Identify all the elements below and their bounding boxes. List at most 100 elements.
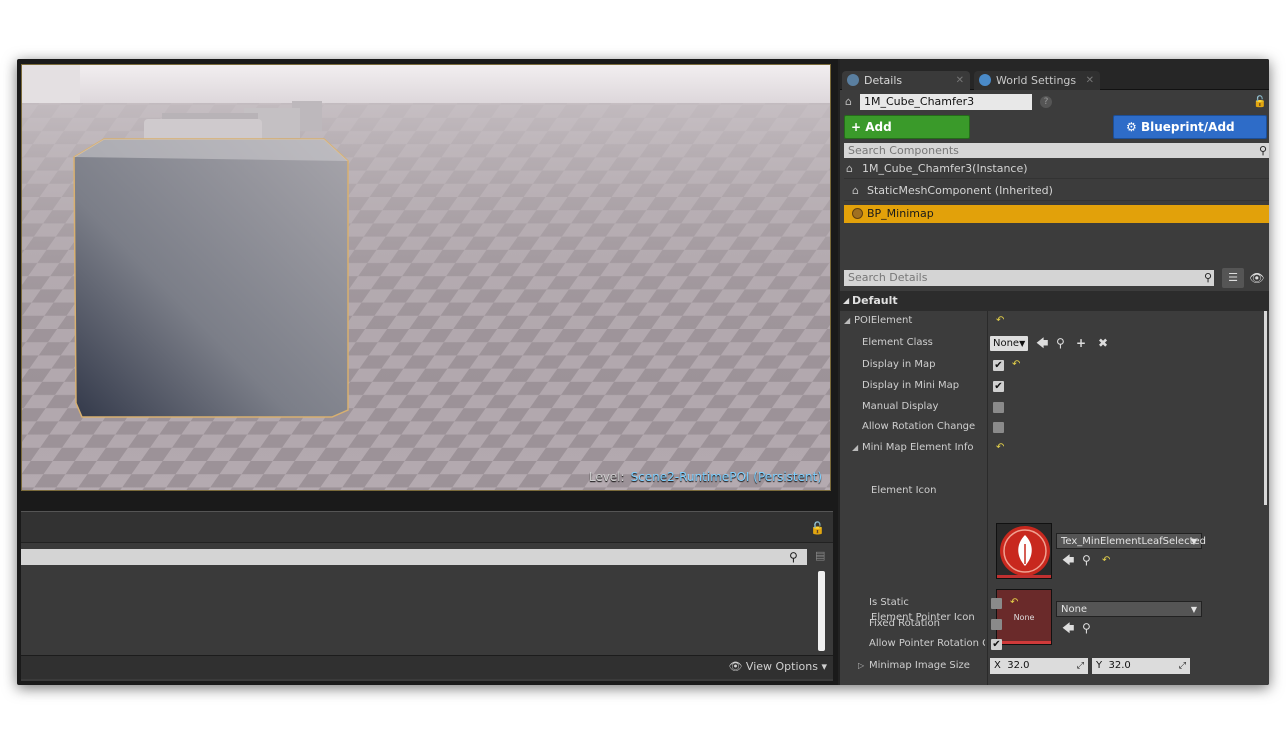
details-scrollbar[interactable]	[1264, 311, 1267, 505]
thumbnail-type-bar	[997, 575, 1051, 578]
blueprint-add-script-button[interactable]: ⚙ Blueprint/Add Script	[1113, 115, 1267, 156]
allow-rotation-change-checkbox[interactable]	[993, 422, 1004, 433]
plus-icon[interactable]: +	[1076, 336, 1086, 350]
property-minimap-image-size: ▷ Minimap Image Size X 32.0 ⤢ Y 32.0 ⤢	[838, 656, 1262, 676]
tab-details[interactable]: Details ✕	[842, 71, 970, 90]
search-icon[interactable]: ⚲	[1082, 553, 1091, 567]
axis-label: X	[994, 660, 1001, 671]
reset-icon[interactable]: ↶	[1010, 593, 1018, 613]
panel-header: 🔓	[21, 511, 833, 543]
blueprint-component-icon	[852, 208, 863, 219]
fixed-rotation-checkbox[interactable]	[991, 619, 1002, 630]
add-component-button[interactable]: + Add Component ▾	[844, 115, 970, 156]
component-root[interactable]: ⌂ 1M_Cube_Chamfer3(Instance)	[844, 159, 1269, 179]
property-label: Element Icon	[871, 485, 937, 496]
view-options-button[interactable]: 👁 View Options ▾	[728, 660, 827, 673]
property-label: Fixed Rotation	[869, 618, 940, 629]
lock-icon[interactable]: 🔓	[810, 521, 825, 535]
content-panel: 🔓 ⚲ ▤ 👁 View Options ▾	[21, 511, 833, 681]
property-label: Minimap Image Size	[869, 660, 970, 671]
chevron-down-icon: ▼	[1190, 537, 1197, 546]
lock-icon[interactable]: 🔓	[1253, 95, 1267, 108]
chevron-down-icon: ▼	[1019, 339, 1026, 348]
search-icon[interactable]: ⚲	[789, 549, 803, 565]
axis-label: Y	[1096, 660, 1103, 671]
search-icon[interactable]: ⚲	[1056, 336, 1065, 350]
panel-scrollbar[interactable]	[818, 571, 825, 651]
reset-icon[interactable]: ↶	[1012, 355, 1020, 375]
dropdown-value: Tex_MinElementLeafSelected	[1061, 536, 1206, 547]
help-icon[interactable]: ?	[1040, 96, 1052, 108]
close-icon[interactable]: ✕	[1086, 71, 1094, 90]
property-element-class: Element Class None▼ 🡄 ⚲ + ✖	[840, 333, 1264, 353]
search-components-input[interactable]: Search Components ⚲	[844, 143, 1269, 158]
is-static-checkbox[interactable]	[991, 598, 1002, 609]
property-label: Mini Map Element Info	[862, 442, 974, 453]
expand-icon: ◢	[843, 296, 850, 305]
actor-name-field[interactable]: 1M_Cube_Chamfer3	[860, 94, 1032, 110]
manual-display-checkbox[interactable]	[993, 402, 1004, 413]
property-matrix-icon[interactable]: ☰	[1222, 268, 1244, 288]
close-icon[interactable]: ✕	[956, 71, 964, 90]
details-panel: Details ✕ World Settings ✕ ⌂ 1M_Cube_Cha…	[838, 59, 1269, 685]
component-item[interactable]: ⌂ StaticMeshComponent (Inherited)	[844, 181, 1269, 201]
property-label: POIElement	[854, 315, 913, 326]
eye-icon[interactable]: 👁	[1246, 268, 1268, 288]
eye-icon: 👁	[728, 660, 743, 673]
reset-icon[interactable]: ↶	[1102, 555, 1110, 566]
minimap-size-x-field[interactable]: X 32.0 ⤢	[990, 658, 1088, 674]
drag-arrows-icon[interactable]: ⤢	[1179, 658, 1186, 674]
search-details-placeholder: Search Details	[848, 271, 928, 284]
component-item-selected[interactable]: BP_Minimap	[844, 205, 1269, 223]
property-label: Element Class	[862, 337, 933, 348]
display-in-map-checkbox[interactable]: ✔	[993, 360, 1004, 371]
save-icon[interactable]: ▤	[815, 549, 829, 565]
property-group-mini-map-element-info[interactable]: ◢ Mini Map Element Info ↶	[840, 438, 1264, 458]
reset-icon[interactable]: ↶	[996, 311, 1004, 331]
display-in-mini-map-checkbox[interactable]: ✔	[993, 381, 1004, 392]
chevron-down-icon: ▾	[821, 660, 827, 673]
plus-icon: +	[851, 120, 862, 134]
arrow-left-icon[interactable]: 🡄	[1036, 336, 1048, 350]
panel-list	[21, 569, 833, 653]
close-icon[interactable]: ✖	[1098, 336, 1108, 350]
property-allow-pointer-rotation-change: Allow Pointer Rotation Change ✔	[838, 634, 1262, 654]
panel-search-input[interactable]: ⚲	[21, 549, 807, 565]
level-name: Scene2-RuntimePOI (Persistent)	[630, 470, 822, 484]
allow-pointer-rotation-checkbox[interactable]: ✔	[991, 639, 1002, 650]
category-header[interactable]: ◢ Default	[840, 291, 1269, 311]
reset-icon[interactable]: ↶	[996, 438, 1004, 458]
search-icon[interactable]: ⚲	[1204, 270, 1212, 286]
view-options-label: View Options	[745, 660, 818, 673]
actor-icon: ⌂	[845, 95, 852, 108]
mesh-icon: ⌂	[852, 184, 859, 197]
property-fixed-rotation: Fixed Rotation	[838, 614, 1262, 634]
dropdown-value: None	[993, 338, 1020, 349]
search-components-placeholder: Search Components	[848, 144, 959, 157]
expand-icon[interactable]: ▷	[858, 656, 864, 676]
property-group-poi-element[interactable]: ◢ POIElement ↶	[840, 311, 1264, 331]
search-details-input[interactable]: Search Details ⚲	[844, 270, 1214, 286]
property-is-static: Is Static ↶	[838, 593, 1262, 613]
component-label: BP_Minimap	[867, 207, 934, 220]
arrow-left-icon[interactable]: 🡄	[1062, 553, 1074, 567]
property-label: Allow Rotation Change	[862, 421, 976, 432]
level-label-prefix: Level:	[588, 470, 625, 484]
drag-arrows-icon[interactable]: ⤢	[1077, 658, 1084, 674]
minimap-size-y-field[interactable]: Y 32.0 ⤢	[1092, 658, 1190, 674]
tab-world-settings[interactable]: World Settings ✕	[974, 71, 1100, 90]
tab-label: World Settings	[996, 74, 1077, 87]
property-label: Display in Map	[862, 359, 936, 370]
element-icon-dropdown[interactable]: Tex_MinElementLeafSelected ▼	[1056, 533, 1206, 549]
level-label: Level: Scene2-RuntimePOI (Persistent)	[589, 470, 822, 484]
expand-icon: ◢	[852, 443, 859, 452]
search-icon[interactable]: ⚲	[1259, 143, 1267, 158]
level-viewport[interactable]: Level: Scene2-RuntimePOI (Persistent)	[21, 64, 831, 491]
viewport-scene	[22, 65, 830, 490]
element-class-dropdown[interactable]: None▼	[990, 336, 1028, 351]
property-label: Manual Display	[862, 401, 939, 412]
component-label: StaticMeshComponent (Inherited)	[867, 184, 1053, 197]
tab-label: Details	[864, 74, 903, 87]
element-icon-thumbnail[interactable]	[996, 523, 1052, 579]
property-manual-display: Manual Display	[840, 397, 1264, 417]
